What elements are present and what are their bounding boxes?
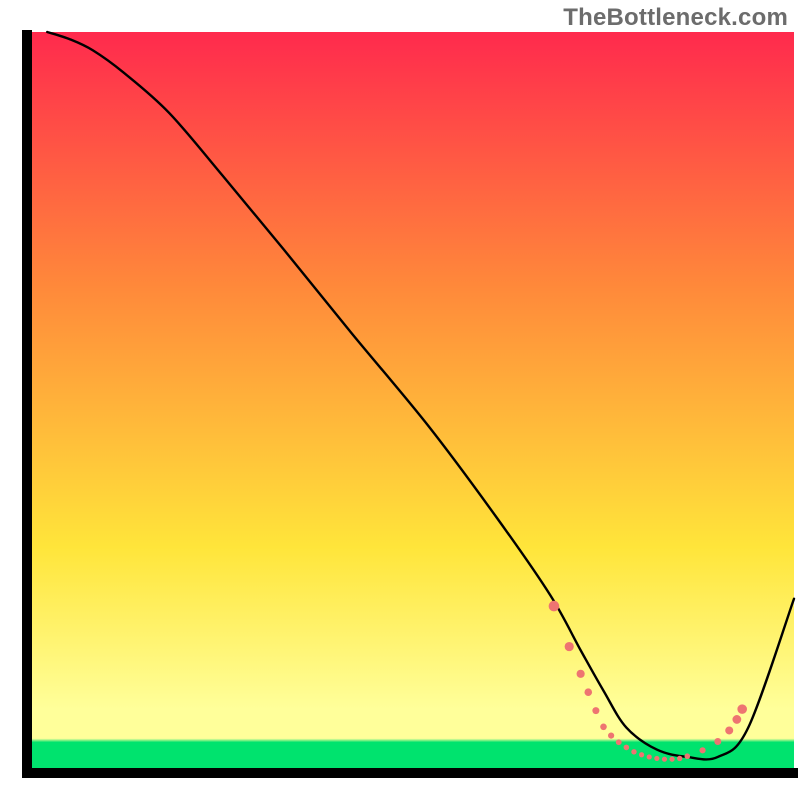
highlight-dot	[565, 642, 574, 651]
x-axis	[22, 768, 798, 778]
chart-background	[32, 32, 794, 768]
highlight-dot	[725, 726, 733, 734]
highlight-dot	[669, 757, 674, 762]
highlight-dot	[714, 738, 721, 745]
bottleneck-chart: TheBottleneck.com	[0, 0, 800, 800]
highlight-dot	[685, 753, 691, 759]
highlight-dot	[608, 733, 614, 739]
highlight-dot	[737, 704, 747, 714]
highlight-dot	[732, 715, 741, 724]
highlight-dot	[584, 688, 592, 696]
highlight-dot	[639, 752, 644, 757]
highlight-dot	[592, 707, 599, 714]
highlight-dot	[699, 747, 705, 753]
highlight-dot	[677, 756, 682, 761]
highlight-dot	[647, 754, 652, 759]
highlight-dot	[662, 757, 667, 762]
highlight-dot	[600, 723, 607, 730]
highlight-dot	[654, 756, 659, 761]
watermark-label: TheBottleneck.com	[563, 4, 788, 32]
highlight-dot	[616, 739, 622, 745]
highlight-dot	[577, 670, 585, 678]
highlight-dot	[631, 749, 636, 754]
chart-plot-area	[0, 0, 800, 800]
y-axis	[22, 30, 32, 778]
highlight-dot	[549, 601, 560, 612]
highlight-dot	[624, 745, 630, 751]
